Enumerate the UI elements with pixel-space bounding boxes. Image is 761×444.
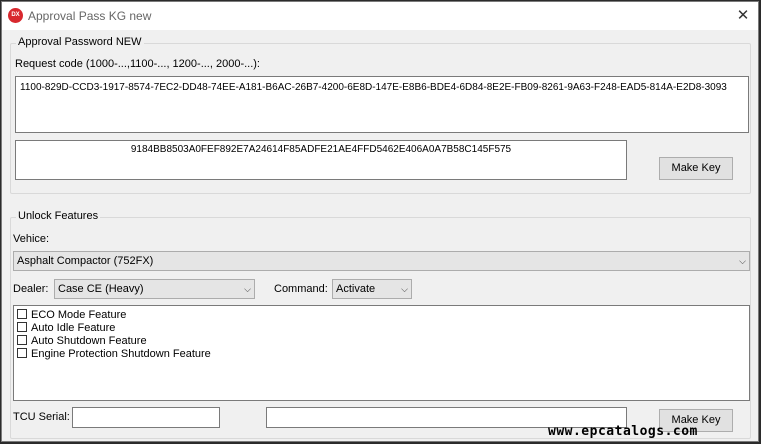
- checkbox[interactable]: [17, 322, 27, 332]
- feature-item[interactable]: Engine Protection Shutdown Feature: [17, 348, 746, 361]
- approval-group-title: Approval Password NEW: [16, 36, 144, 48]
- feature-label: Auto Shutdown Feature: [31, 335, 147, 347]
- command-select-value: Activate: [336, 283, 376, 295]
- request-code-field[interactable]: 1100-829D-CCD3-1917-8574-7EC2-DD48-74EE-…: [15, 76, 749, 133]
- window-title: Approval Pass KG new: [28, 9, 152, 23]
- dealer-select-value: Case CE (Heavy): [58, 283, 144, 295]
- checkbox[interactable]: [17, 348, 27, 358]
- dealer-select[interactable]: Case CE (Heavy) ⌵: [54, 279, 255, 299]
- app-window: DX Approval Pass KG new ✕ Approval Passw…: [1, 1, 759, 442]
- tcu-serial-input[interactable]: [72, 407, 220, 428]
- dealer-label: Dealer:: [13, 283, 49, 295]
- chevron-down-icon: ⌵: [739, 256, 746, 266]
- title-bar: DX Approval Pass KG new ✕: [2, 2, 758, 30]
- close-icon[interactable]: ✕: [728, 2, 758, 30]
- feature-label: Engine Protection Shutdown Feature: [31, 348, 211, 360]
- checkbox[interactable]: [17, 309, 27, 319]
- command-select[interactable]: Activate ⌵: [332, 279, 412, 299]
- vehicle-label: Vehice:: [13, 233, 50, 245]
- command-label: Command:: [274, 283, 328, 295]
- request-code-label: Request code (1000-...,1100-..., 1200-..…: [15, 58, 260, 70]
- make-key-button[interactable]: Make Key: [659, 157, 733, 180]
- feature-label: ECO Mode Feature: [31, 309, 127, 321]
- vehicle-select-value: Asphalt Compactor (752FX): [17, 255, 154, 267]
- feature-label: Auto Idle Feature: [31, 322, 116, 334]
- chevron-down-icon: ⌵: [401, 284, 408, 294]
- checkbox[interactable]: [17, 335, 27, 345]
- vehicle-select[interactable]: Asphalt Compactor (752FX) ⌵: [13, 251, 750, 271]
- feature-item[interactable]: ECO Mode Feature: [17, 309, 746, 322]
- feature-item[interactable]: Auto Shutdown Feature: [17, 335, 746, 348]
- feature-item[interactable]: Auto Idle Feature: [17, 322, 746, 335]
- chevron-down-icon: ⌵: [244, 284, 251, 294]
- watermark: www.epcatalogs.com: [548, 424, 698, 439]
- tcu-serial-label: TCU Serial:: [13, 411, 70, 423]
- unlock-group-title: Unlock Features: [16, 210, 101, 222]
- approval-key-output[interactable]: 9184BB8503A0FEF892E7A24614F85ADFE21AE4FF…: [15, 140, 627, 180]
- feature-checklist[interactable]: ECO Mode Feature Auto Idle Feature Auto …: [13, 305, 750, 401]
- app-logo-icon: DX: [8, 8, 23, 23]
